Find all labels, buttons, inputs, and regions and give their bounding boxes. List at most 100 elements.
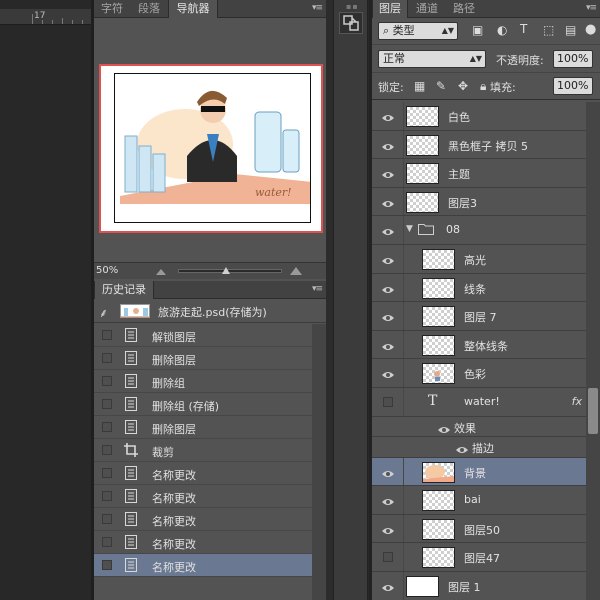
visibility-eye-icon[interactable] (382, 368, 394, 379)
history-item[interactable]: 名称更改 (94, 462, 312, 485)
layer-thumbnail[interactable] (406, 134, 439, 156)
filter-adjustment-icon[interactable]: ◐ (497, 23, 507, 37)
visibility-eye-icon[interactable] (382, 340, 394, 350)
history-item[interactable]: 删除组 (存储) (94, 393, 312, 416)
grip-icon[interactable]: ▪▪ (346, 2, 359, 11)
history-item[interactable]: 删除图层 (94, 416, 312, 439)
history-item[interactable]: 名称更改 (94, 508, 312, 531)
layer-thumbnail[interactable] (422, 248, 455, 270)
layer-thumbnail[interactable] (422, 363, 455, 385)
visibility-eye-icon[interactable] (382, 311, 394, 322)
panel-menu-icon[interactable]: ▾≡ (586, 3, 597, 13)
tab-history[interactable]: 历史记录 (94, 281, 154, 299)
zoom-slider-track[interactable] (178, 269, 282, 273)
history-item[interactable]: 删除组 (94, 370, 312, 393)
history-item[interactable]: 名称更改 (94, 554, 312, 577)
layer-row[interactable]: bai (372, 486, 586, 515)
layer-row[interactable]: 图层 1 (372, 571, 586, 600)
layer-thumbnail[interactable] (422, 461, 455, 483)
group-expand-arrow-icon[interactable]: ▼ (406, 224, 413, 234)
panel-menu-icon[interactable]: ▾≡ (312, 284, 323, 294)
zoom-slider-handle[interactable] (222, 267, 230, 274)
layer-thumbnail[interactable] (422, 547, 455, 569)
lock-transparent-icon[interactable]: ▦ (414, 79, 425, 93)
history-snapshot[interactable]: ⸙ 旅游走起.psd(存储为) (94, 299, 326, 323)
layer-thumbnail[interactable] (422, 518, 455, 540)
history-brush-icon[interactable]: ⸙ (99, 304, 108, 321)
layer-row[interactable]: 高光 (372, 244, 586, 274)
history-item[interactable]: 解锁图层 (94, 324, 312, 347)
layer-thumbnail[interactable] (406, 163, 439, 185)
visibility-eye-icon[interactable] (382, 140, 394, 150)
filter-pixel-icon[interactable]: ▣ (472, 23, 483, 37)
visibility-eye-icon[interactable] (382, 254, 394, 264)
history-item[interactable]: 名称更改 (94, 531, 312, 554)
horizontal-ruler[interactable]: 17 (0, 9, 91, 25)
layer-row[interactable]: 线条 (372, 273, 586, 303)
layer-group-row[interactable]: ▼ 08 (372, 216, 586, 245)
tab-navigator[interactable]: 导航器 (168, 0, 218, 18)
history-item[interactable]: 名称更改 (94, 485, 312, 508)
visibility-eye-icon[interactable] (438, 423, 450, 437)
tab-paragraph[interactable]: 段落 (131, 0, 167, 18)
visibility-eye-icon[interactable] (382, 168, 394, 179)
history-checkbox[interactable] (102, 422, 112, 432)
layer-row[interactable]: 图层47 (372, 543, 586, 572)
history-checkbox[interactable] (102, 514, 112, 524)
zoom-value[interactable]: 50% (96, 265, 118, 276)
layers-scrollbar[interactable] (586, 102, 600, 600)
layer-row[interactable]: 色彩 (372, 359, 586, 388)
zoom-in-icon[interactable] (290, 267, 302, 275)
history-checkbox[interactable] (102, 399, 112, 409)
layer-row[interactable]: 整体线条 (372, 330, 586, 360)
history-item[interactable]: 裁剪 (94, 439, 312, 462)
layer-row[interactable]: 图层 7 (372, 302, 586, 331)
layer-thumbnail[interactable] (406, 191, 439, 213)
history-checkbox[interactable] (102, 445, 112, 455)
history-checkbox[interactable] (102, 537, 112, 547)
visibility-eye-icon[interactable] (382, 197, 394, 207)
layer-thumbnail[interactable] (406, 106, 439, 127)
visibility-eye-icon[interactable] (382, 283, 394, 293)
panel-menu-icon[interactable]: ▾≡ (312, 3, 323, 13)
tab-layers[interactable]: 图层 (372, 0, 408, 18)
layer-comps-icon[interactable] (339, 12, 363, 34)
history-checkbox[interactable] (102, 330, 112, 340)
document-canvas[interactable]: 17 (0, 0, 91, 600)
filter-kind-select[interactable]: ⌕ 类型 ▲▼ (378, 22, 458, 40)
history-checkbox[interactable] (102, 560, 112, 570)
history-scrollbar[interactable] (312, 324, 326, 600)
layer-row[interactable]: Tfx water! (372, 387, 586, 417)
visibility-eye-icon[interactable] (456, 443, 468, 457)
layer-row[interactable]: 主题 (372, 159, 586, 188)
scrollbar-thumb[interactable] (588, 388, 598, 434)
lock-all-icon[interactable]: 🔒︎ (480, 79, 486, 94)
filter-smart-object-icon[interactable]: ▤ (565, 23, 576, 37)
layer-row[interactable]: 白色 (372, 102, 586, 131)
blend-mode-select[interactable]: 正常 ▲▼ (378, 50, 486, 68)
layer-row[interactable]: 背景 (372, 457, 586, 487)
visibility-eye-icon[interactable] (382, 111, 394, 121)
history-checkbox[interactable] (102, 491, 112, 501)
zoom-out-icon[interactable] (156, 269, 166, 275)
filter-toggle-icon[interactable]: ● (585, 22, 596, 37)
filter-shape-icon[interactable]: ⬚ (543, 23, 554, 37)
navigator-thumbnail[interactable]: water! (99, 64, 323, 233)
layer-thumbnail[interactable] (422, 334, 455, 356)
layer-row[interactable]: 黑色框子 拷贝 5 (372, 130, 586, 160)
lock-move-icon[interactable]: ✥ (458, 79, 468, 93)
visibility-eye-icon[interactable] (382, 524, 394, 534)
visibility-eye-icon[interactable] (382, 467, 394, 477)
layer-row[interactable]: 图层3 (372, 187, 586, 217)
layer-row[interactable]: 图层50 (372, 514, 586, 544)
layer-thumbnail[interactable] (406, 575, 439, 597)
layer-effect-row[interactable]: 描边 (372, 437, 586, 458)
opacity-field[interactable]: 100% (553, 50, 593, 68)
tab-character[interactable]: 字符 (94, 0, 130, 18)
fill-field[interactable]: 100% (553, 77, 593, 95)
layer-thumbnail[interactable] (422, 306, 455, 328)
layer-thumbnail[interactable] (422, 490, 455, 512)
visibility-eye-icon[interactable] (382, 581, 394, 591)
layer-thumbnail[interactable] (422, 277, 455, 299)
lock-brush-icon[interactable]: ✎ (436, 79, 446, 93)
